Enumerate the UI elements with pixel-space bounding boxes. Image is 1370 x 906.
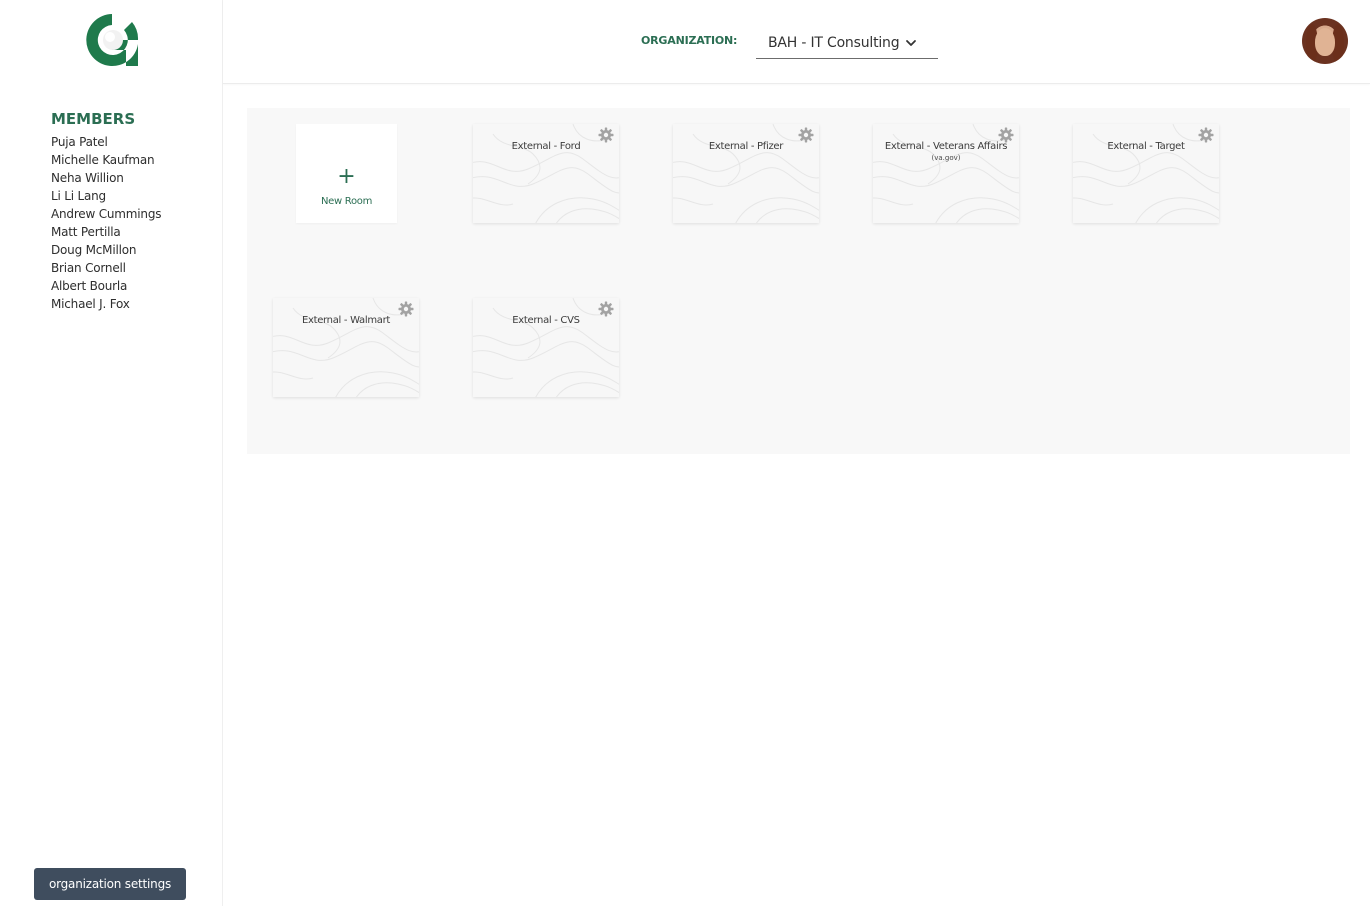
members-heading: MEMBERS [51, 110, 136, 128]
room-card[interactable]: External - CVS [473, 298, 619, 397]
member-item[interactable]: Michael J. Fox [51, 295, 161, 313]
room-subtitle: (va.gov) [931, 154, 961, 162]
organization-settings-button[interactable]: organization settings [34, 868, 186, 900]
room-name: External - Veterans Affairs [884, 141, 1008, 152]
room-card[interactable]: External - Ford [473, 124, 619, 223]
sidebar: MEMBERS Puja Patel Michelle Kaufman Neha W… [0, 0, 223, 906]
room-card[interactable]: External - Walmart [273, 298, 419, 397]
g-logo-icon[interactable] [82, 10, 142, 70]
member-item[interactable]: Doug McMillon [51, 241, 161, 259]
new-room-button[interactable]: + New Room [296, 124, 397, 223]
user-avatar[interactable] [1302, 18, 1348, 64]
plus-icon: + [337, 164, 356, 189]
member-item[interactable]: Li Li Lang [51, 187, 161, 205]
member-item[interactable]: Brian Cornell [51, 259, 161, 277]
members-list: Puja Patel Michelle Kaufman Neha Willion Li… [51, 133, 161, 313]
room-name: External - Ford [511, 141, 581, 152]
rooms-area: + New Room External - Ford External - Pfi… [247, 108, 1350, 454]
organization-select[interactable]: BAH - IT Consulting [756, 28, 938, 59]
room-name: External - Target [1107, 141, 1185, 152]
avatar-face [1315, 28, 1335, 56]
chevron-down-icon [906, 40, 917, 46]
room-name: External - Pfizer [708, 141, 784, 152]
app-root: MEMBERS Puja Patel Michelle Kaufman Neha W… [0, 0, 1370, 906]
new-room-label: New Room [320, 196, 373, 207]
member-item[interactable]: Matt Pertilla [51, 223, 161, 241]
member-item[interactable]: Puja Patel [51, 133, 161, 151]
top-header: ORGANIZATION: BAH - IT Consulting [223, 0, 1370, 84]
room-name: External - Walmart [301, 315, 391, 326]
room-name: External - CVS [512, 315, 580, 326]
member-item[interactable]: Albert Bourla [51, 277, 161, 295]
member-item[interactable]: Andrew Cummings [51, 205, 161, 223]
room-card[interactable]: External - Veterans Affairs (va.gov) [873, 124, 1019, 223]
room-card[interactable]: External - Pfizer [673, 124, 819, 223]
member-item[interactable]: Neha Willion [51, 169, 161, 187]
member-item[interactable]: Michelle Kaufman [51, 151, 161, 169]
organization-label: ORGANIZATION: [641, 34, 738, 47]
organization-select-value: BAH - IT Consulting [768, 35, 900, 51]
room-card[interactable]: External - Target [1073, 124, 1219, 223]
